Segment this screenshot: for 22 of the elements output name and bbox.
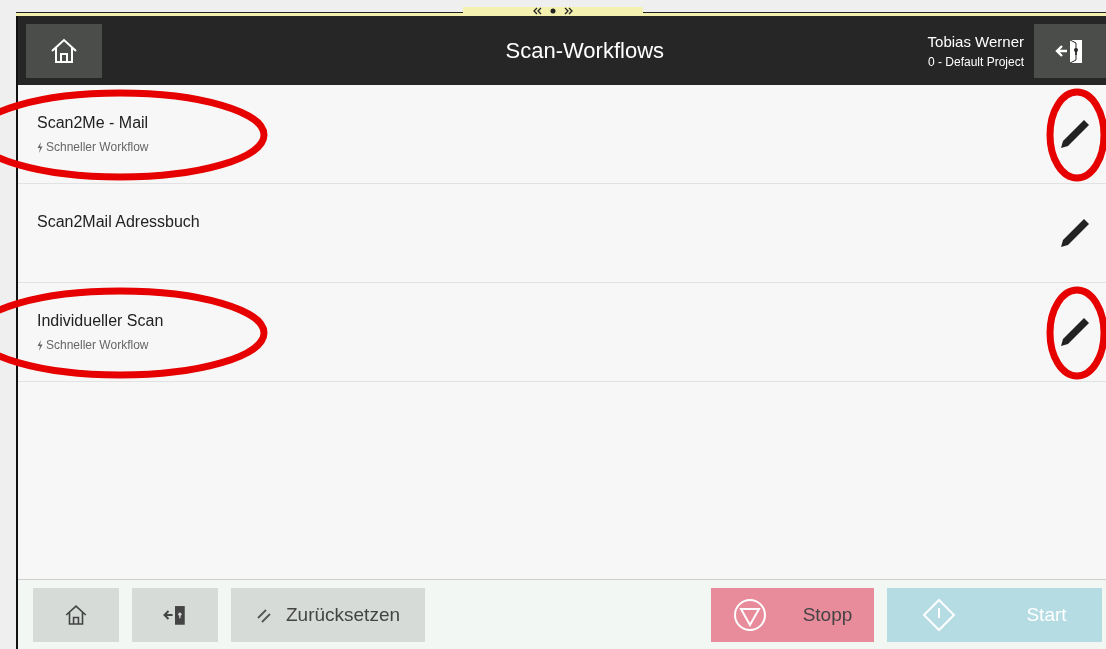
workflow-name: Scan2Mail Adressbuch (37, 213, 200, 231)
user-name: Tobias Werner (927, 32, 1024, 50)
home-button[interactable] (33, 587, 119, 642)
workflow-type: Schneller Workflow (46, 338, 149, 352)
workflow-name: Individueller Scan (37, 312, 164, 330)
home-button[interactable] (26, 23, 102, 78)
stop-icon (732, 597, 767, 632)
project-name: 0 - Default Project (927, 54, 1024, 69)
pencil-icon (1058, 315, 1092, 349)
start-icon (922, 597, 957, 632)
logout-button[interactable] (1034, 23, 1106, 78)
workflow-type: Schneller Workflow (46, 140, 149, 154)
page-title: Scan-Workflows (504, 37, 666, 64)
lightning-icon (37, 141, 43, 153)
drag-handle-icon[interactable] (463, 7, 643, 15)
pencil-icon (1058, 216, 1092, 250)
workflow-name: Scan2Me - Mail (37, 114, 149, 132)
pencil-icon (1058, 117, 1092, 151)
lightning-icon (37, 339, 43, 351)
logout-button[interactable] (132, 587, 218, 642)
stop-button[interactable]: Stopp (711, 587, 874, 642)
reset-button[interactable]: Zurücksetzen (231, 587, 425, 642)
